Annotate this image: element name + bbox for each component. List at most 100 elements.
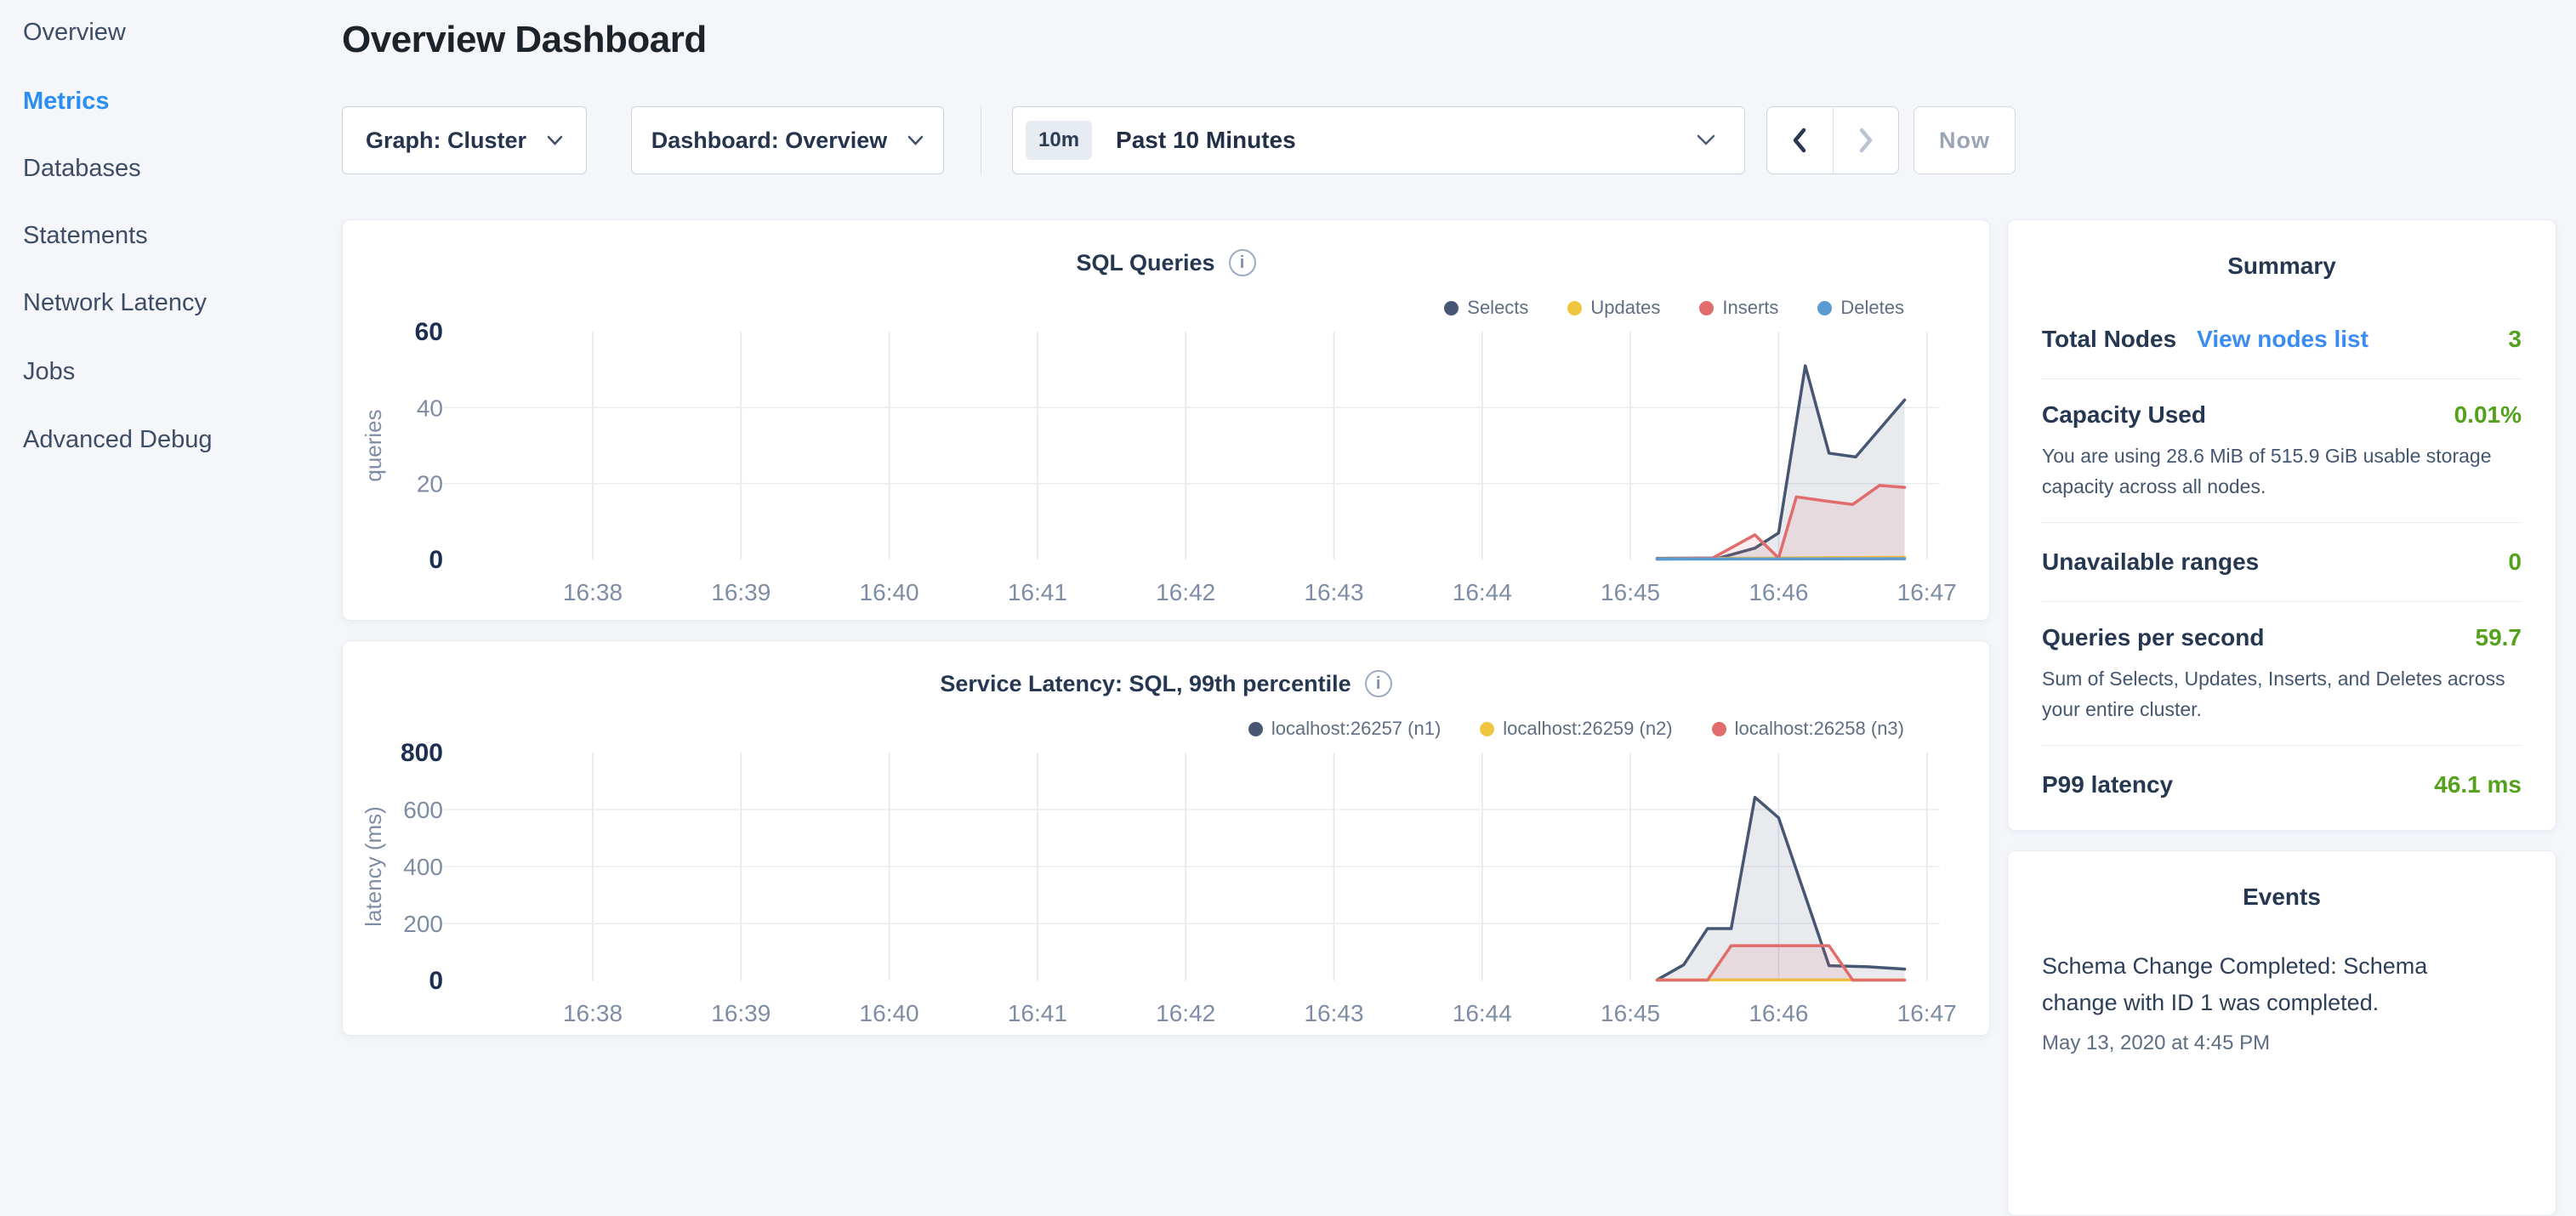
sidebar-item-advanced-debug[interactable]: Advanced Debug [23,426,213,454]
summary-row-p99-latency: P99 latency 46.1 ms [2042,746,2522,824]
time-range-label: Past 10 Minutes [1116,127,1296,154]
app-root: Overview Metrics Databases Statements Ne… [0,0,2576,1051]
legend-dot-icon [1699,301,1714,315]
legend-label: Deletes [1840,297,1904,319]
summary-row-value: 0 [2508,548,2522,576]
legend-item[interactable]: Deletes [1817,297,1904,319]
summary-row-value: 0.01% [2454,401,2522,429]
svg-text:800: 800 [401,739,443,767]
legend-item[interactable]: localhost:26258 (n3) [1712,718,1904,740]
legend-label: Updates [1590,297,1660,319]
svg-text:40: 40 [417,395,443,421]
svg-text:16:41: 16:41 [1008,579,1067,605]
svg-text:16:45: 16:45 [1601,1000,1660,1026]
info-icon[interactable]: i [1229,249,1256,276]
legend-dot-icon [1444,301,1459,315]
view-nodes-list-link[interactable]: View nodes list [2197,326,2368,353]
legend-item[interactable]: localhost:26259 (n2) [1480,718,1672,740]
events-title: Events [2042,851,2522,911]
chevron-down-icon [1697,134,1715,146]
svg-text:0: 0 [429,967,443,995]
event-timestamp: May 13, 2020 at 4:45 PM [2042,1031,2522,1055]
summary-row-description: You are using 28.6 MiB of 515.9 GiB usab… [2042,440,2522,502]
svg-text:400: 400 [403,854,443,880]
events-panel: Events Schema Change Completed: Schema c… [2007,850,2556,1216]
svg-text:16:47: 16:47 [1897,579,1957,605]
svg-text:16:46: 16:46 [1749,1000,1808,1026]
svg-text:16:46: 16:46 [1749,579,1808,605]
summary-row-capacity-used: Capacity Used 0.01% You are using 28.6 M… [2042,379,2522,522]
svg-text:16:42: 16:42 [1156,579,1215,605]
dashboard-dropdown[interactable]: Dashboard: Overview [631,106,944,174]
summary-rows: Total Nodes View nodes list 3 Capacity U… [2042,300,2522,824]
legend-dot-icon [1567,301,1582,315]
summary-row-value: 3 [2508,326,2522,353]
svg-text:600: 600 [403,797,443,823]
legend-item[interactable]: Inserts [1699,297,1778,319]
svg-text:16:38: 16:38 [563,579,623,605]
time-range-dropdown[interactable]: 10m Past 10 Minutes [1012,106,1745,174]
sidebar-item-overview[interactable]: Overview [23,19,126,47]
chevron-down-icon [907,135,924,145]
chart-title: SQL Queries [1076,250,1214,276]
svg-text:20: 20 [417,471,443,497]
svg-text:16:39: 16:39 [711,1000,771,1026]
chart-title-row: SQL Queries i [343,249,1989,276]
page-title: Overview Dashboard [342,19,707,61]
legend-dot-icon [1480,722,1494,736]
legend-dot-icon [1712,722,1726,736]
svg-text:16:44: 16:44 [1453,579,1512,605]
svg-text:16:43: 16:43 [1304,579,1363,605]
service-latency-chart-card: Service Latency: SQL, 99th percentile i … [342,640,1990,1036]
info-icon[interactable]: i [1365,670,1392,697]
svg-text:queries: queries [361,409,386,481]
event-list-item: Schema Change Completed: Schema change w… [2042,948,2522,1055]
legend-label: localhost:26259 (n2) [1503,718,1672,740]
legend-item[interactable]: Updates [1567,297,1660,319]
summary-row-unavailable-ranges: Unavailable ranges 0 [2042,523,2522,601]
summary-row-label: Unavailable ranges [2042,548,2259,576]
time-prev-button[interactable] [1767,107,1833,173]
svg-text:0: 0 [429,546,443,574]
summary-row-label: Total Nodes [2042,326,2176,353]
legend-label: Selects [1467,297,1528,319]
summary-row-total-nodes: Total Nodes View nodes list 3 [2042,300,2522,378]
graph-dropdown-label: Graph: Cluster [366,128,526,154]
time-next-button[interactable] [1833,107,1899,173]
svg-text:16:40: 16:40 [860,1000,919,1026]
event-message: Schema Change Completed: Schema change w… [2042,948,2442,1021]
time-step-button-group [1766,106,1899,174]
chart-title: Service Latency: SQL, 99th percentile [940,671,1351,697]
legend-item[interactable]: localhost:26257 (n1) [1248,718,1441,740]
svg-text:16:38: 16:38 [563,1000,623,1026]
legend-label: Inserts [1722,297,1778,319]
sidebar-item-statements[interactable]: Statements [23,222,148,250]
svg-text:60: 60 [415,318,443,346]
svg-text:16:40: 16:40 [860,579,919,605]
legend-item[interactable]: Selects [1444,297,1528,319]
svg-text:latency (ms): latency (ms) [361,806,386,927]
sql-queries-chart-card: SQL Queries i Selects Updates Inserts Delet… [342,219,1990,621]
svg-text:16:42: 16:42 [1156,1000,1215,1026]
graph-dropdown[interactable]: Graph: Cluster [342,106,587,174]
summary-row-label: Capacity Used [2042,401,2206,429]
svg-text:200: 200 [403,911,443,937]
svg-text:16:44: 16:44 [1453,1000,1512,1026]
legend-label: localhost:26257 (n1) [1271,718,1441,740]
summary-row-queries-per-second: Queries per second 59.7 Sum of Selects, … [2042,602,2522,745]
summary-row-value: 46.1 ms [2434,771,2522,798]
chevron-right-icon [1857,127,1874,154]
sidebar-item-network-latency[interactable]: Network Latency [23,289,207,317]
now-button[interactable]: Now [1914,106,2016,174]
controls-row: Graph: Cluster Dashboard: Overview 10m P… [0,106,2576,174]
legend-dot-icon [1248,722,1263,736]
summary-title: Summary [2042,220,2522,280]
svg-text:16:45: 16:45 [1601,579,1660,605]
chevron-left-icon [1791,127,1808,154]
summary-panel: Summary Total Nodes View nodes list 3 Ca… [2007,219,2556,831]
legend-dot-icon [1817,301,1832,315]
svg-text:16:41: 16:41 [1008,1000,1067,1026]
sql-queries-chart: 16:3816:3916:4016:4116:4216:4316:4416:45… [343,220,1989,614]
chevron-down-icon [547,135,563,145]
sidebar-item-jobs[interactable]: Jobs [23,358,75,386]
